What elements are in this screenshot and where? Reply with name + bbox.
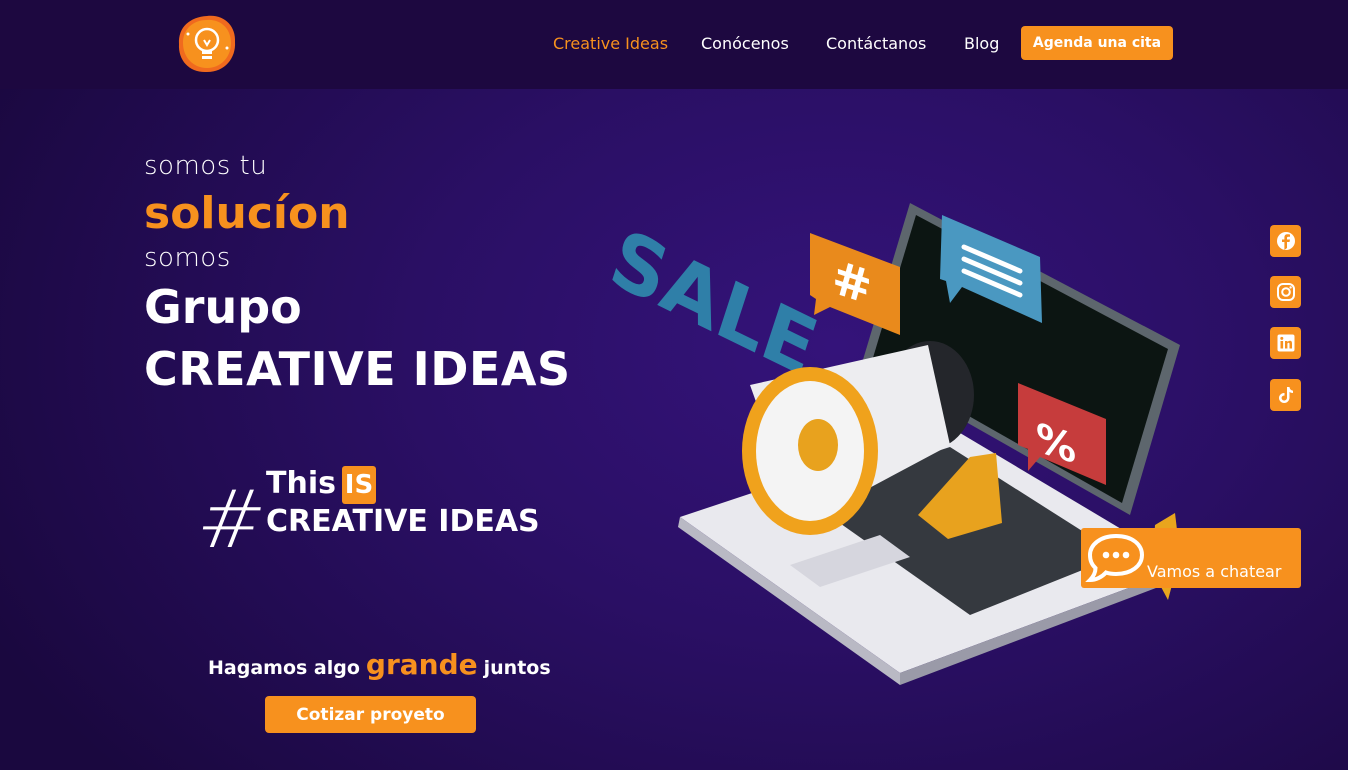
nav-contactanos[interactable]: Contáctanos bbox=[826, 30, 926, 56]
callout-post: juntos bbox=[483, 657, 551, 679]
hero-line-2: solucíon bbox=[144, 188, 350, 239]
quote-project-button[interactable]: Cotizar proyeto bbox=[265, 696, 476, 733]
sale-text: SALE bbox=[600, 212, 827, 395]
callout-pre: Hagamos algo bbox=[208, 657, 360, 679]
tagline-brand: CREATIVE IDEAS bbox=[266, 504, 540, 539]
hashtag-symbol: # bbox=[191, 473, 272, 566]
nav-creative-ideas[interactable]: Creative Ideas bbox=[553, 30, 668, 56]
chat-bubble-icon bbox=[1085, 533, 1145, 583]
header: Creative Ideas Conócenos Contáctanos Blo… bbox=[0, 0, 1348, 89]
hero-line-1: somos tu bbox=[144, 151, 268, 181]
linkedin-button[interactable] bbox=[1270, 327, 1301, 359]
marketing-laptop-illustration: SALE # % bbox=[600, 203, 1185, 685]
hero-line-3: somos bbox=[144, 243, 231, 273]
tiktok-button[interactable] bbox=[1270, 379, 1301, 411]
tagline-is-badge: IS bbox=[342, 466, 376, 504]
facebook-icon bbox=[1276, 232, 1295, 250]
nav-blog[interactable]: Blog bbox=[964, 30, 999, 56]
instagram-icon bbox=[1276, 283, 1295, 301]
schedule-appointment-button[interactable]: Agenda una cita bbox=[1021, 26, 1173, 60]
facebook-button[interactable] bbox=[1270, 225, 1301, 257]
nav-conocenos[interactable]: Conócenos bbox=[701, 30, 789, 56]
hero-line-5: CREATIVE IDEAS bbox=[144, 342, 571, 396]
instagram-button[interactable] bbox=[1270, 276, 1301, 308]
tiktok-icon bbox=[1278, 387, 1293, 403]
callout-text: Hagamos algo grande juntos bbox=[208, 648, 551, 681]
chat-label[interactable]: Vamos a chatear bbox=[1147, 562, 1281, 581]
callout-emphasis: grande bbox=[365, 648, 478, 681]
lightbulb-logo-icon[interactable] bbox=[176, 14, 238, 74]
hero-line-4: Grupo bbox=[144, 280, 302, 334]
linkedin-icon bbox=[1277, 334, 1294, 352]
tagline-this: This bbox=[266, 466, 336, 501]
